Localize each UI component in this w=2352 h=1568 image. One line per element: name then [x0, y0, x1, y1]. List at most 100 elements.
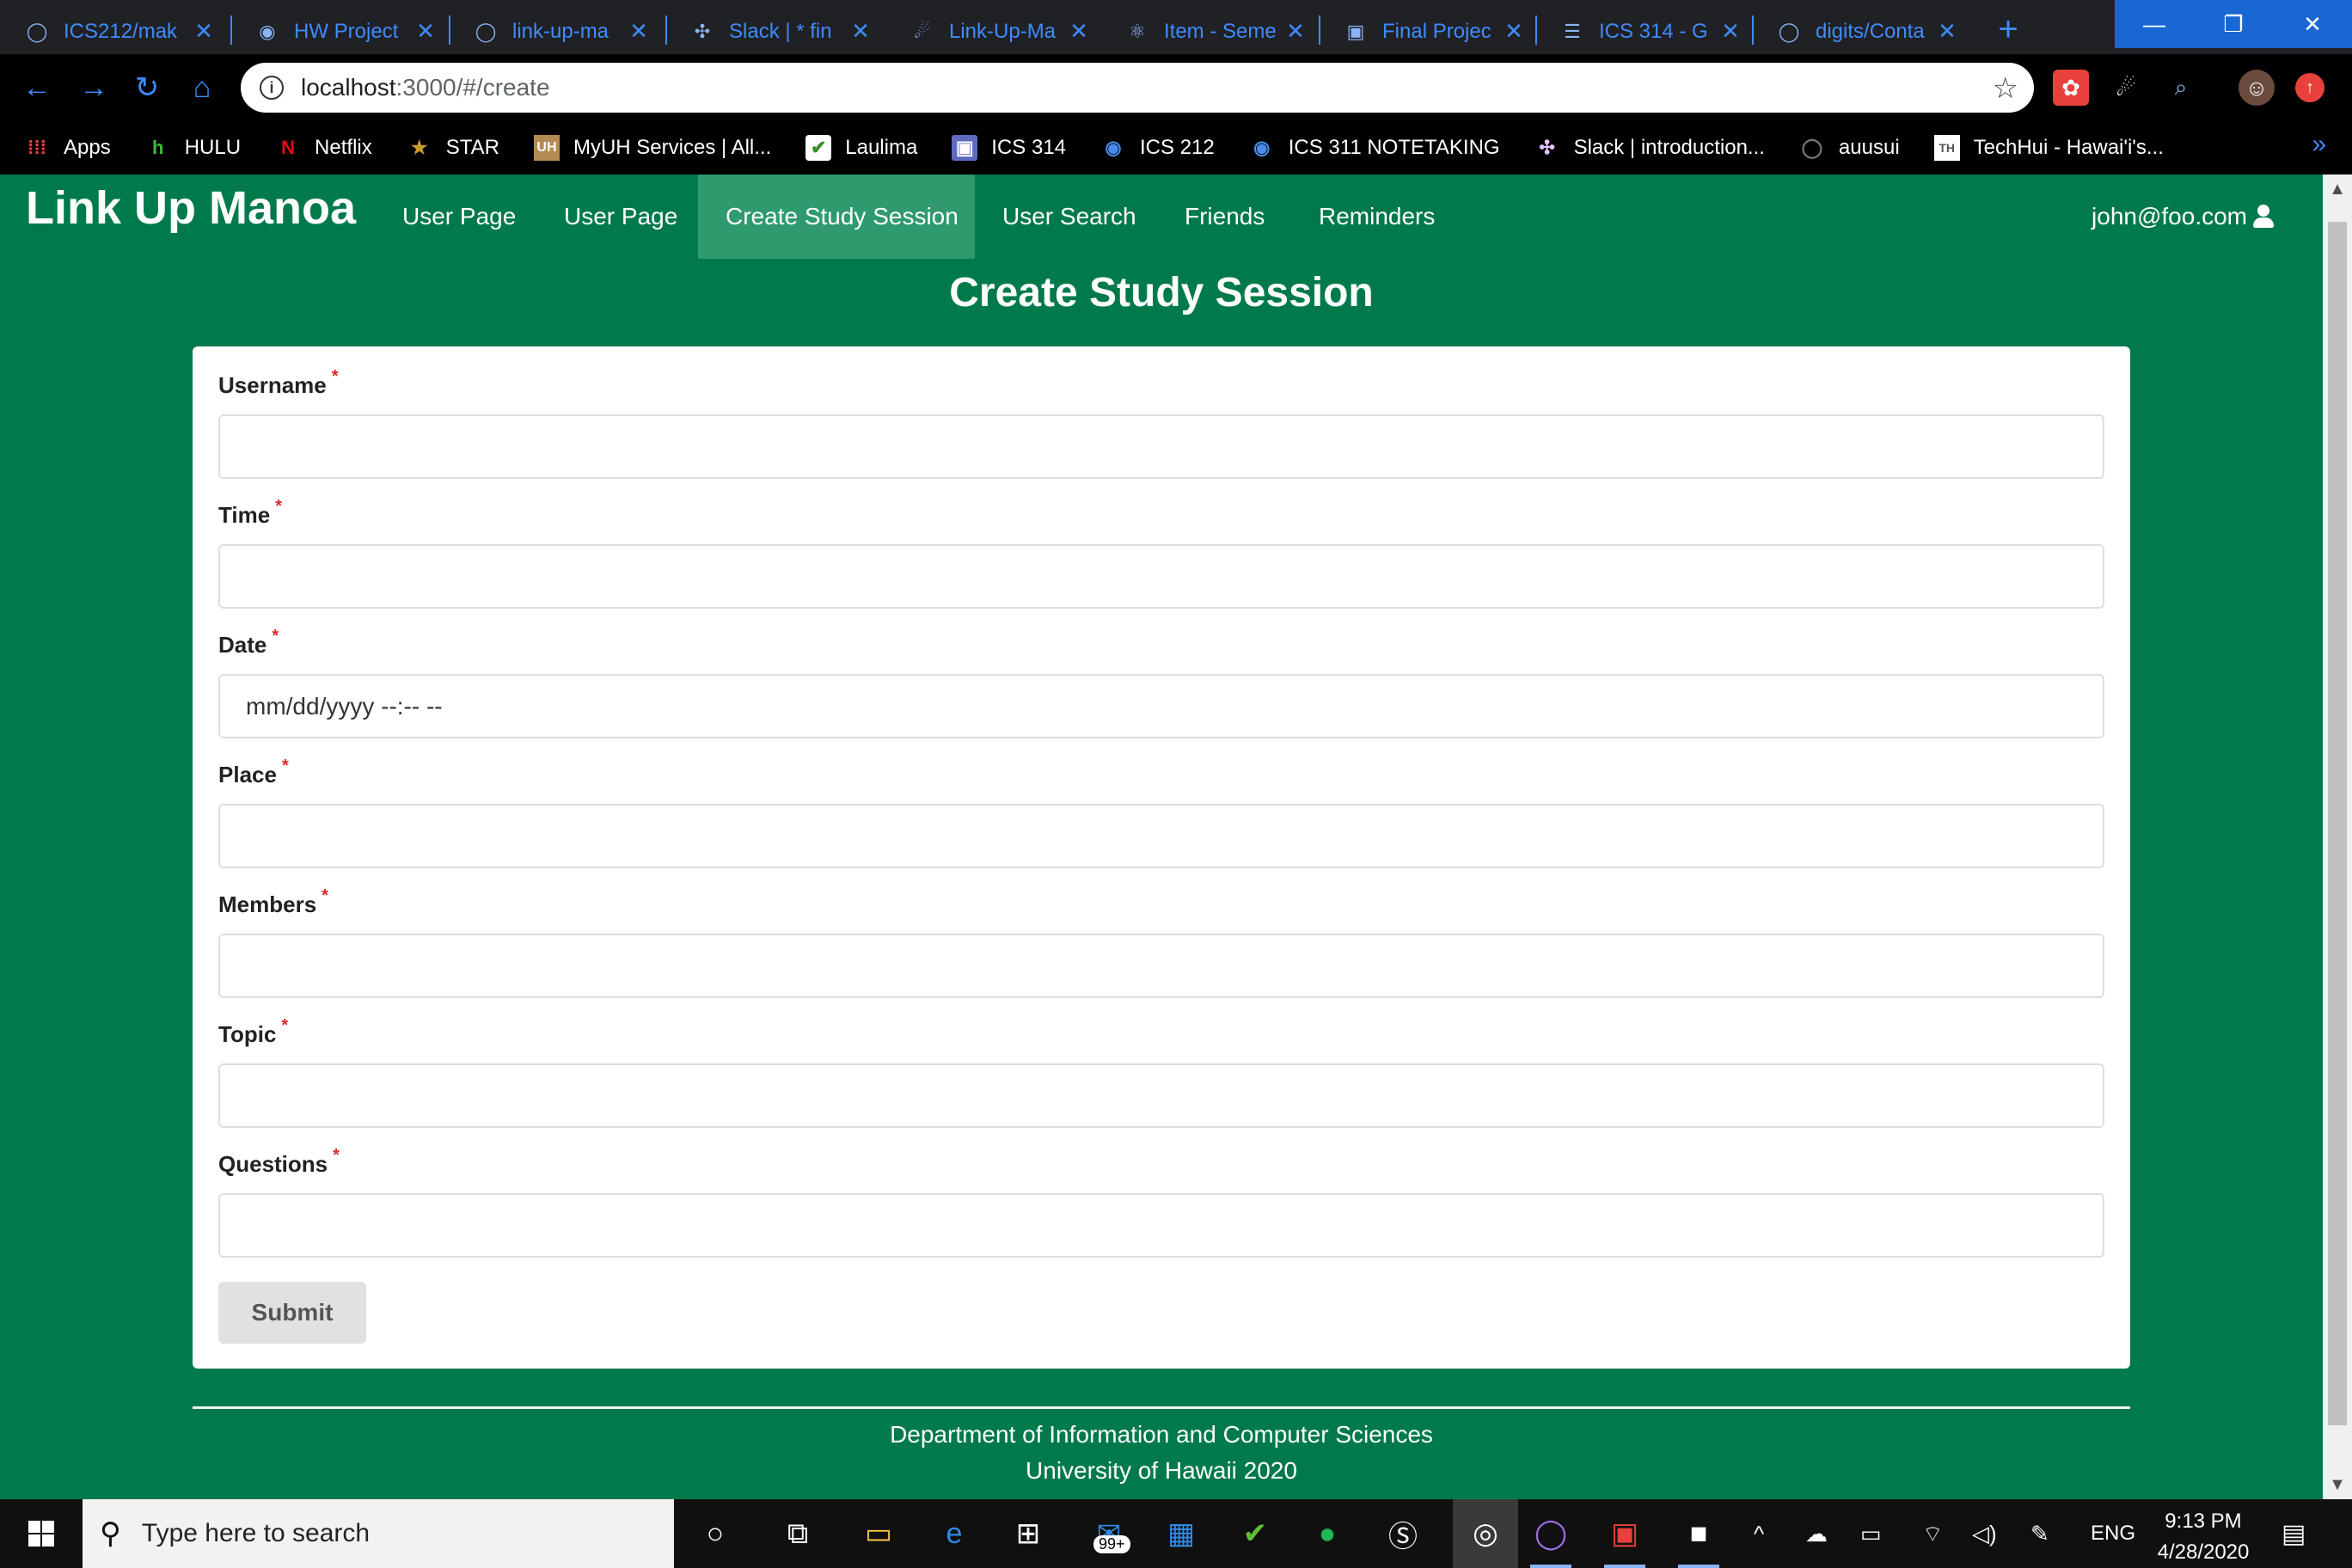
- tray-overflow-icon[interactable]: ^: [1754, 1499, 1764, 1568]
- cortana-icon[interactable]: ○: [691, 1510, 739, 1558]
- hulu-icon: h: [151, 137, 164, 158]
- browser-tab[interactable]: ⚛ Item - Seme ✕: [1100, 9, 1317, 54]
- members-input[interactable]: [218, 934, 2104, 998]
- user-menu[interactable]: john@foo.com: [2092, 175, 2276, 259]
- nav-user-page[interactable]: User Page: [375, 175, 543, 259]
- volume-icon[interactable]: ◁): [1972, 1499, 1997, 1568]
- bookmark-slack[interactable]: ✣ Slack | introduction...: [1534, 135, 1765, 161]
- task-view-icon[interactable]: ⧉: [774, 1510, 822, 1558]
- intellij-icon[interactable]: ▣: [1601, 1510, 1649, 1568]
- bookmark-ics212[interactable]: ◉ ICS 212: [1100, 135, 1214, 161]
- taskbar-clock[interactable]: 9:13 PM 4/28/2020: [2130, 1506, 2276, 1568]
- restore-button[interactable]: ❐: [2194, 0, 2273, 48]
- browser-tab[interactable]: ✣ Slack | * fin ✕: [665, 9, 882, 54]
- spotify-icon[interactable]: ●: [1303, 1510, 1351, 1558]
- browser-tab[interactable]: ◯ digits/Conta ✕: [1752, 9, 1969, 54]
- time-input[interactable]: [218, 544, 2104, 609]
- browser-tab[interactable]: ◉ HW Project ✕: [230, 9, 447, 54]
- scroll-up-icon[interactable]: ▲: [2323, 175, 2352, 204]
- pen-icon[interactable]: ✎: [2030, 1499, 2049, 1568]
- mail-icon[interactable]: ✉ 99+: [1085, 1510, 1133, 1558]
- windows-start-button[interactable]: [0, 1499, 83, 1568]
- bookmark-laulima[interactable]: ✔ Laulima: [805, 135, 917, 161]
- close-icon[interactable]: ✕: [1284, 18, 1307, 45]
- taskbar-search[interactable]: ⚲ Type here to search: [83, 1499, 674, 1568]
- bookmarks-overflow-icon[interactable]: »: [2312, 130, 2326, 159]
- battery-icon[interactable]: ▭: [1860, 1499, 1882, 1568]
- username-input[interactable]: [218, 414, 2104, 479]
- browser-tab-title: link-up-ma: [512, 19, 609, 43]
- close-icon[interactable]: ✕: [1719, 18, 1742, 45]
- field-label-text: Members: [218, 891, 317, 917]
- nav-friends[interactable]: Friends: [1157, 175, 1292, 259]
- field-label-text: Place: [218, 762, 277, 787]
- new-tab-button[interactable]: +: [1989, 10, 2027, 48]
- questions-input[interactable]: [218, 1193, 2104, 1258]
- forward-icon[interactable]: →: [72, 66, 115, 109]
- nav-user-page-2[interactable]: User Page: [536, 175, 705, 259]
- page-scrollbar[interactable]: ▲ ▼: [2323, 175, 2352, 1499]
- windows-logo-icon: [28, 1520, 55, 1547]
- browser-tab[interactable]: ◯ link-up-ma ✕: [449, 9, 660, 54]
- browser-toolbar: ← → ↻ ⌂ i localhost:3000/#/create ☆ ✿ ☄ …: [0, 54, 2352, 121]
- scroll-down-icon[interactable]: ▼: [2323, 1470, 2352, 1499]
- field-label-text: Date: [218, 632, 267, 658]
- required-marker: *: [333, 1146, 340, 1165]
- bookmark-techhui[interactable]: TH TechHui - Hawai'i's...: [1933, 135, 2164, 161]
- browser-tab-active[interactable]: ☄ Link-Up-Ma ✕: [885, 9, 1100, 54]
- bookmark-myuh[interactable]: UH MyUH Services | All...: [533, 135, 771, 161]
- nav-create-study-session[interactable]: Create Study Session: [698, 175, 975, 259]
- date-input[interactable]: [218, 674, 2104, 738]
- language-indicator[interactable]: ENG: [2091, 1499, 2135, 1568]
- close-icon[interactable]: ✕: [849, 18, 872, 45]
- file-explorer-icon[interactable]: ▭: [854, 1510, 903, 1558]
- github-desktop-icon[interactable]: ◯: [1527, 1510, 1575, 1568]
- terminal-icon[interactable]: ■: [1675, 1510, 1723, 1568]
- address-bar[interactable]: i localhost:3000/#/create ☆: [241, 63, 2034, 113]
- extension-icon[interactable]: ✿: [2053, 70, 2089, 106]
- minimize-button[interactable]: —: [2115, 0, 2194, 48]
- onedrive-icon[interactable]: ☁: [1805, 1499, 1828, 1568]
- zoom-icon[interactable]: ⌕: [2163, 70, 2199, 106]
- site-info-icon[interactable]: i: [260, 76, 284, 100]
- close-icon[interactable]: ✕: [193, 18, 215, 45]
- brand-logo[interactable]: Link Up Manoa: [26, 181, 356, 235]
- scrollbar-thumb[interactable]: [2328, 222, 2347, 1425]
- bookmark-netflix[interactable]: N Netflix: [275, 135, 372, 161]
- close-window-button[interactable]: ✕: [2273, 0, 2352, 48]
- meteor-devtools-icon[interactable]: ☄: [2108, 70, 2144, 106]
- bookmark-apps[interactable]: ⁞⁞⁞ Apps: [24, 135, 111, 161]
- bookmark-ics314[interactable]: ▣ ICS 314: [952, 135, 1066, 161]
- reload-icon[interactable]: ↻: [126, 66, 168, 109]
- bookmark-star[interactable]: ★ STAR: [407, 135, 499, 161]
- close-icon[interactable]: ✕: [1503, 18, 1525, 45]
- profile-avatar[interactable]: ☺: [2239, 70, 2275, 106]
- edge-icon[interactable]: e: [930, 1510, 978, 1558]
- nav-user-search[interactable]: User Search: [975, 175, 1164, 259]
- store-icon[interactable]: ⊞: [1004, 1510, 1052, 1558]
- browser-tab[interactable]: ☰ ICS 314 - G ✕: [1535, 9, 1752, 54]
- bookmark-hulu[interactable]: h HULU: [145, 135, 241, 161]
- topic-input[interactable]: [218, 1063, 2104, 1128]
- wifi-icon[interactable]: ⌔: [1922, 1499, 1943, 1568]
- close-icon[interactable]: ✕: [414, 18, 437, 45]
- close-icon[interactable]: ✕: [1068, 18, 1090, 45]
- app-s-icon[interactable]: Ⓢ: [1379, 1510, 1427, 1558]
- submit-button[interactable]: Submit: [218, 1282, 366, 1344]
- windows-app-icon[interactable]: ▦: [1157, 1510, 1205, 1558]
- close-icon[interactable]: ✕: [1936, 18, 1958, 45]
- update-icon[interactable]: ↑: [2295, 73, 2324, 102]
- chrome-icon[interactable]: ◎: [1453, 1499, 1518, 1568]
- close-icon[interactable]: ✕: [628, 18, 650, 45]
- home-icon[interactable]: ⌂: [181, 66, 224, 109]
- back-icon[interactable]: ←: [15, 66, 58, 109]
- nav-reminders[interactable]: Reminders: [1291, 175, 1462, 259]
- bookmark-star-icon[interactable]: ☆: [1993, 71, 2018, 106]
- browser-tab[interactable]: ◯ ICS212/mak ✕: [0, 9, 225, 54]
- browser-tab[interactable]: ▣ Final Projec ✕: [1319, 9, 1535, 54]
- bookmark-auusui[interactable]: ◯ auusui: [1799, 135, 1900, 161]
- laulima-app-icon[interactable]: ✔: [1231, 1510, 1279, 1558]
- place-input[interactable]: [218, 804, 2104, 868]
- bookmark-ics311[interactable]: ◉ ICS 311 NOTETAKING: [1249, 135, 1499, 161]
- notifications-icon[interactable]: ▤: [2282, 1499, 2306, 1568]
